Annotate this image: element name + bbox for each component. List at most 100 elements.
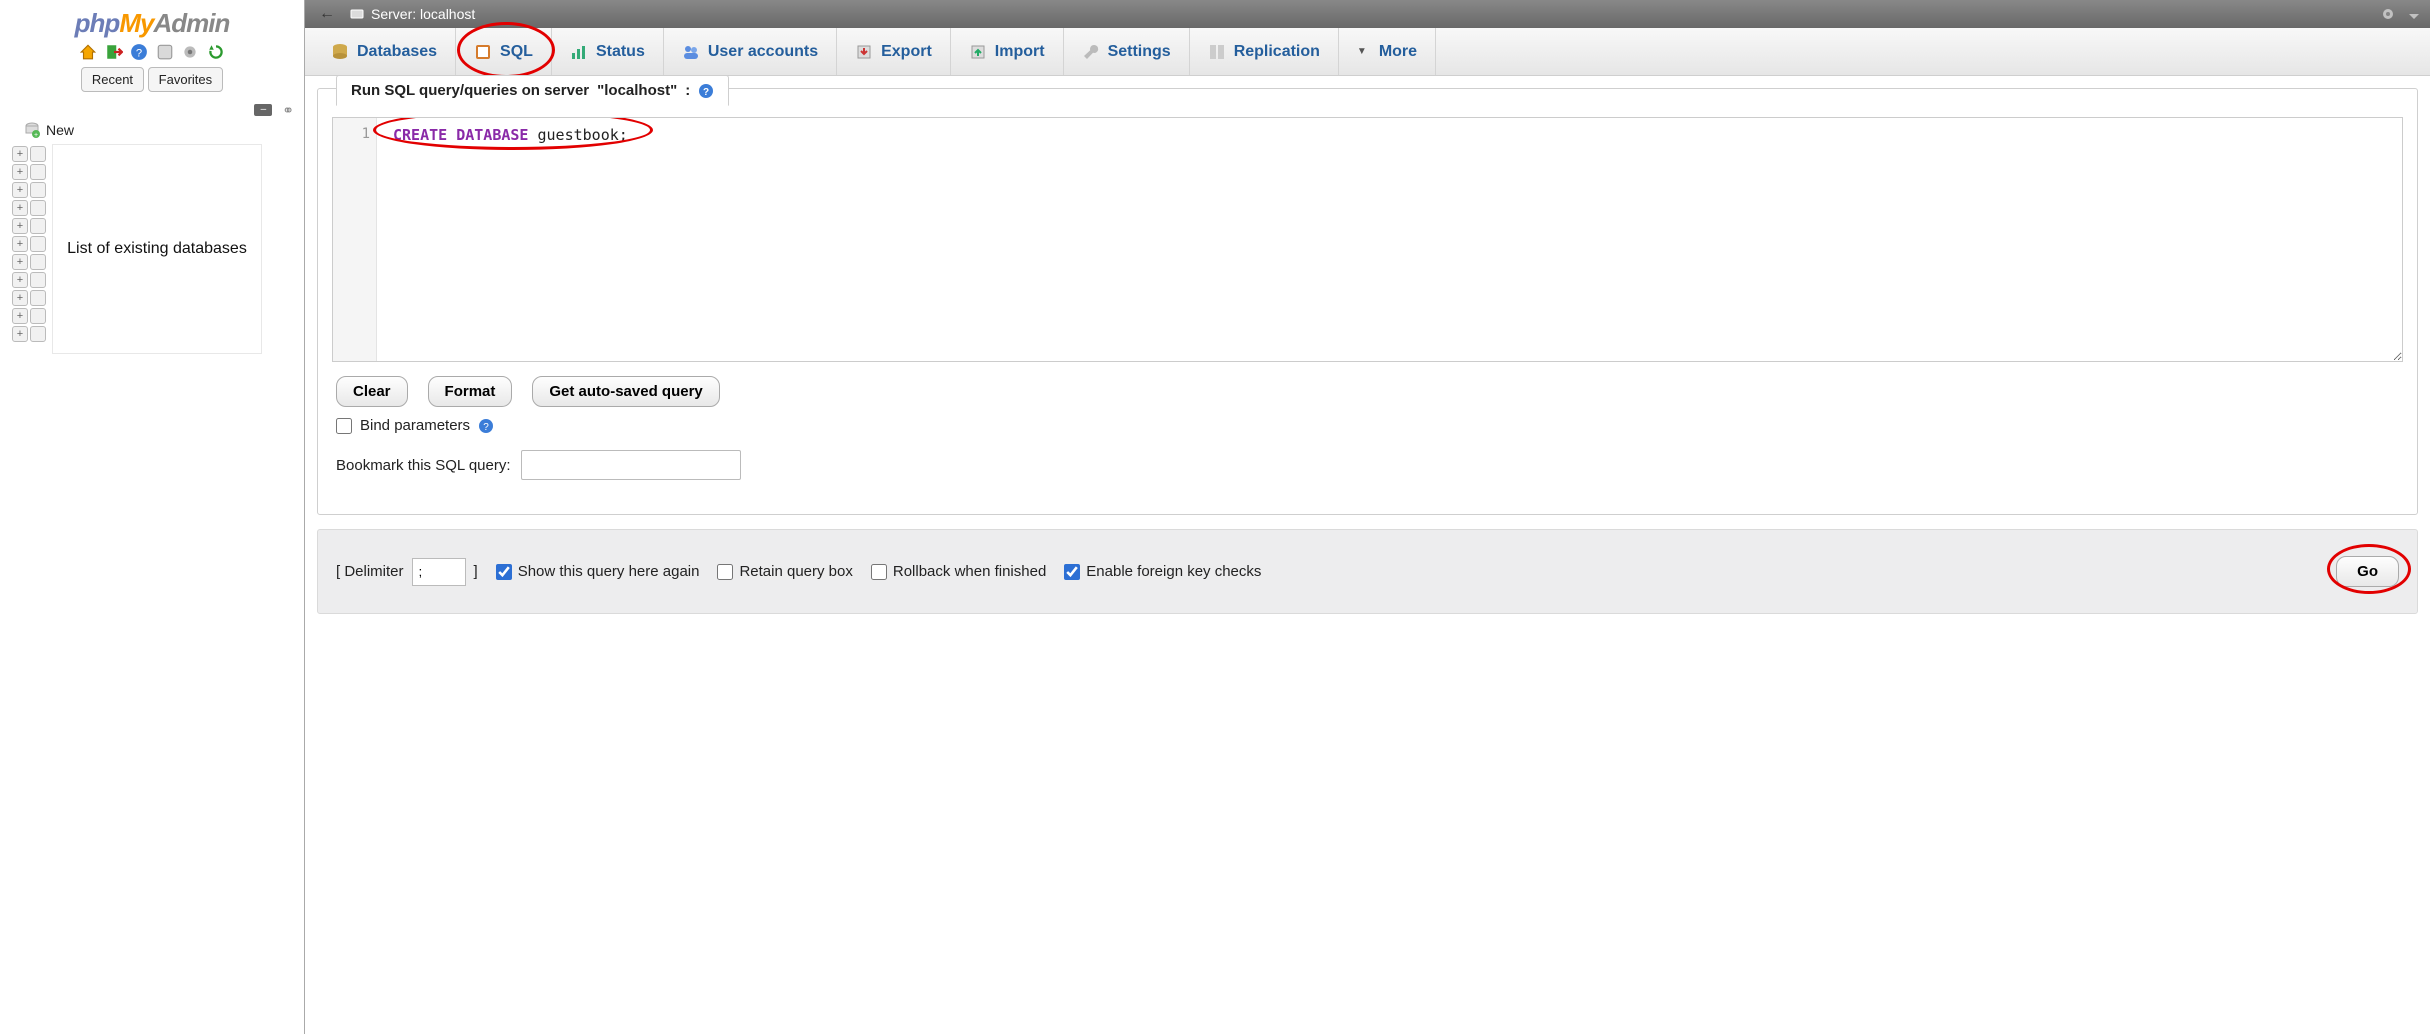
home-icon[interactable] bbox=[79, 43, 97, 61]
tree-expand-icon[interactable]: + bbox=[12, 182, 28, 198]
server-icon bbox=[349, 6, 365, 22]
format-button[interactable]: Format bbox=[428, 376, 513, 407]
tab-label: SQL bbox=[500, 43, 533, 61]
rollback-option[interactable]: Rollback when finished bbox=[871, 563, 1046, 580]
tab-label: User accounts bbox=[708, 43, 818, 61]
database-icon bbox=[331, 43, 349, 61]
collapse-tree-icon[interactable]: – bbox=[254, 104, 272, 116]
tab-import[interactable]: Import bbox=[951, 28, 1064, 75]
go-button[interactable]: Go bbox=[2336, 556, 2399, 587]
logo-php: php bbox=[75, 8, 120, 38]
navigation-panel: phpMyAdmin ? Recent Favorites – ⚭ + bbox=[0, 0, 305, 1034]
tree-expand-icon[interactable]: + bbox=[12, 254, 28, 270]
tree-expand-icon[interactable]: + bbox=[12, 164, 28, 180]
tab-replication[interactable]: Replication bbox=[1190, 28, 1339, 75]
page-settings-icon[interactable] bbox=[2380, 6, 2396, 22]
tree-doc-icon[interactable] bbox=[30, 182, 46, 198]
retain-checkbox[interactable] bbox=[717, 564, 733, 580]
get-autosaved-button[interactable]: Get auto-saved query bbox=[532, 376, 719, 407]
reload-icon[interactable] bbox=[207, 43, 225, 61]
tab-label: More bbox=[1379, 43, 1417, 61]
tree-expand-icon[interactable]: + bbox=[12, 290, 28, 306]
bookmark-input[interactable] bbox=[521, 450, 741, 480]
tree-doc-icon[interactable] bbox=[30, 308, 46, 324]
tab-user-accounts[interactable]: User accounts bbox=[664, 28, 837, 75]
tab-label: Settings bbox=[1108, 43, 1171, 61]
rollback-label: Rollback when finished bbox=[893, 563, 1046, 580]
svg-text:?: ? bbox=[483, 422, 489, 433]
tree-doc-icon[interactable] bbox=[30, 290, 46, 306]
fk-checks-label: Enable foreign key checks bbox=[1086, 563, 1261, 580]
sql-editor[interactable]: 1 CREATE DATABASE guestbook; bbox=[332, 117, 2403, 362]
tree-doc-icon[interactable] bbox=[30, 146, 46, 162]
rollback-checkbox[interactable] bbox=[871, 564, 887, 580]
tree-expand-icon[interactable]: + bbox=[12, 308, 28, 324]
favorites-tab[interactable]: Favorites bbox=[148, 67, 223, 92]
tree-doc-icon[interactable] bbox=[30, 200, 46, 216]
nav-back-icon[interactable]: ← bbox=[313, 5, 341, 23]
tree-doc-icon[interactable] bbox=[30, 164, 46, 180]
tab-export[interactable]: Export bbox=[837, 28, 951, 75]
clear-button[interactable]: Clear bbox=[336, 376, 408, 407]
sql-keyword-database: DATABASE bbox=[456, 126, 528, 144]
editor-gutter: 1 bbox=[333, 118, 377, 361]
show-again-option[interactable]: Show this query here again bbox=[496, 563, 700, 580]
recent-tab[interactable]: Recent bbox=[81, 67, 144, 92]
bind-parameters-checkbox[interactable] bbox=[336, 418, 352, 434]
tab-settings[interactable]: Settings bbox=[1064, 28, 1190, 75]
tab-label: Replication bbox=[1234, 43, 1320, 61]
delimiter-input[interactable] bbox=[412, 558, 466, 586]
tree-doc-icon[interactable] bbox=[30, 218, 46, 234]
docs-icon[interactable]: ? bbox=[130, 43, 148, 61]
logo-my: My bbox=[119, 8, 153, 38]
tab-sql[interactable]: SQL bbox=[456, 28, 552, 75]
show-again-checkbox[interactable] bbox=[496, 564, 512, 580]
bookmark-label: Bookmark this SQL query: bbox=[336, 457, 511, 474]
sql-query-panel: Run SQL query/queries on server "localho… bbox=[317, 88, 2418, 515]
tab-databases[interactable]: Databases bbox=[313, 28, 456, 75]
delimiter-close: ] bbox=[474, 563, 478, 580]
tree-doc-icon[interactable] bbox=[30, 272, 46, 288]
svg-text:?: ? bbox=[703, 87, 709, 98]
retain-option[interactable]: Retain query box bbox=[717, 563, 852, 580]
sql-keyword-create: CREATE bbox=[393, 126, 447, 144]
fk-checks-option[interactable]: Enable foreign key checks bbox=[1064, 563, 1261, 580]
tree-expand-icon[interactable]: + bbox=[12, 146, 28, 162]
tree-doc-icon[interactable] bbox=[30, 236, 46, 252]
tree-expand-icon[interactable]: + bbox=[12, 272, 28, 288]
svg-text:?: ? bbox=[136, 48, 142, 60]
sql-icon bbox=[474, 43, 492, 61]
tree-doc-icon[interactable] bbox=[30, 326, 46, 342]
sql-rest: guestbook; bbox=[528, 126, 627, 144]
fk-checks-checkbox[interactable] bbox=[1064, 564, 1080, 580]
export-icon bbox=[855, 43, 873, 61]
tab-label: Status bbox=[596, 43, 645, 61]
replication-icon bbox=[1208, 43, 1226, 61]
logo-admin: Admin bbox=[153, 8, 229, 38]
tree-expand-icon[interactable]: + bbox=[12, 326, 28, 342]
nav-new-database[interactable]: + New bbox=[12, 120, 298, 144]
collapse-top-icon[interactable] bbox=[2406, 6, 2422, 22]
tab-label: Import bbox=[995, 43, 1045, 61]
tree-expand-column: + + + + + + + + + + + bbox=[12, 144, 46, 342]
help-icon[interactable]: ? bbox=[478, 418, 494, 434]
logout-icon[interactable] bbox=[105, 43, 123, 61]
breadcrumb-server-name[interactable]: localhost bbox=[420, 6, 475, 22]
tab-more[interactable]: ▼ More bbox=[1339, 28, 1436, 75]
tree-doc-icon[interactable] bbox=[30, 254, 46, 270]
help-icon[interactable]: ? bbox=[698, 83, 714, 99]
nav-toolbar: ? bbox=[0, 41, 304, 67]
tab-status[interactable]: Status bbox=[552, 28, 664, 75]
legend-server: "localhost" bbox=[597, 82, 677, 99]
sql-nav-icon[interactable] bbox=[156, 43, 174, 61]
tree-expand-icon[interactable]: + bbox=[12, 200, 28, 216]
tree-expand-icon[interactable]: + bbox=[12, 218, 28, 234]
tree-expand-icon[interactable]: + bbox=[12, 236, 28, 252]
app-logo: phpMyAdmin bbox=[0, 0, 304, 41]
db-list-placeholder-text: List of existing databases bbox=[67, 240, 247, 258]
breadcrumb-bar: ← Server: localhost bbox=[305, 0, 2430, 28]
bind-parameters-label: Bind parameters bbox=[360, 417, 470, 434]
show-again-label: Show this query here again bbox=[518, 563, 700, 580]
gear-icon[interactable] bbox=[181, 43, 199, 61]
link-icon[interactable]: ⚭ bbox=[280, 102, 294, 116]
